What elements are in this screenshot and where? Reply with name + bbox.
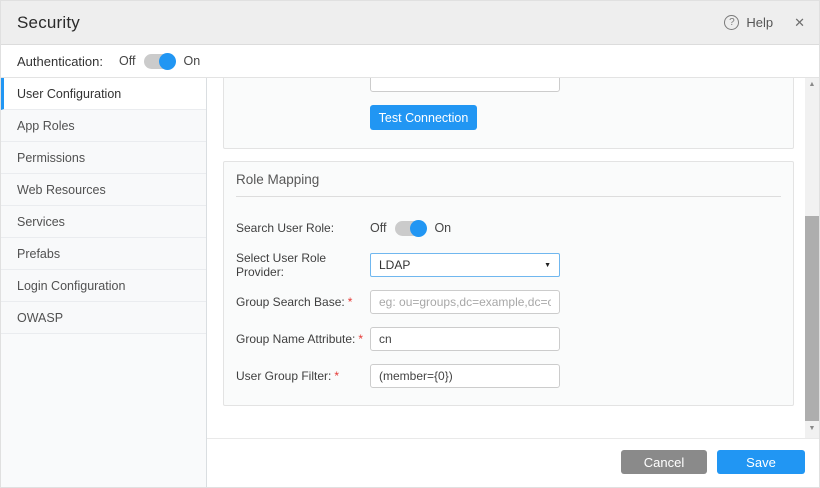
authentication-label: Authentication: [17, 54, 103, 69]
close-icon[interactable]: ✕ [794, 15, 805, 31]
settings-sidebar: User Configuration App Roles Permissions… [1, 78, 207, 488]
test-connection-button[interactable]: Test Connection [370, 105, 477, 130]
authentication-off-label: Off [119, 54, 135, 68]
dialog-footer: Cancel Save [207, 438, 820, 488]
cancel-button[interactable]: Cancel [621, 450, 707, 474]
ldap-provider-panel: Test Connection [223, 78, 794, 149]
search-user-role-toggle[interactable] [395, 221, 425, 236]
sidebar-item-user-configuration[interactable]: User Configuration [1, 78, 206, 110]
sidebar-item-web-resources[interactable]: Web Resources [1, 174, 206, 206]
scroll-up-icon[interactable]: ▲ [805, 78, 819, 92]
user-group-filter-row: User Group Filter:* [236, 364, 781, 388]
authentication-bar: Authentication: Off On [1, 45, 820, 78]
search-user-role-label: Search User Role: [236, 221, 370, 235]
search-user-role-row: Search User Role: Off On [236, 216, 781, 240]
help-icon[interactable]: ? [724, 15, 739, 30]
search-user-role-off-label: Off [370, 221, 386, 235]
sidebar-item-login-configuration[interactable]: Login Configuration [1, 270, 206, 302]
save-button[interactable]: Save [717, 450, 805, 474]
required-marker: * [358, 332, 363, 346]
scrollbar-thumb[interactable] [805, 216, 819, 421]
group-search-base-input[interactable] [370, 290, 560, 314]
group-name-attribute-label: Group Name Attribute:* [236, 332, 370, 346]
required-marker: * [334, 369, 339, 383]
user-role-provider-select[interactable]: LDAP ▼ [370, 253, 560, 277]
role-mapping-title: Role Mapping [224, 162, 793, 196]
sidebar-item-app-roles[interactable]: App Roles [1, 110, 206, 142]
sidebar-item-services[interactable]: Services [1, 206, 206, 238]
toggle-knob [410, 220, 427, 237]
search-user-role-on-label: On [434, 221, 451, 235]
content-scrollbar[interactable]: ▲ ▼ [805, 78, 819, 438]
sidebar-item-owasp[interactable]: OWASP [1, 302, 206, 334]
group-name-attribute-row: Group Name Attribute:* [236, 327, 781, 351]
toggle-knob [159, 53, 176, 70]
group-search-base-row: Group Search Base:* [236, 290, 781, 314]
selected-provider-value: LDAP [379, 258, 410, 272]
group-search-base-label: Group Search Base:* [236, 295, 370, 309]
required-marker: * [348, 295, 353, 309]
authentication-toggle[interactable] [144, 54, 174, 69]
header-actions: ? Help ✕ [724, 15, 805, 31]
user-group-filter-input[interactable] [370, 364, 560, 388]
user-group-filter-label: User Group Filter:* [236, 369, 370, 383]
dialog-header: Security ? Help ✕ [1, 1, 820, 45]
scroll-down-icon[interactable]: ▼ [805, 422, 819, 436]
group-name-attribute-input[interactable] [370, 327, 560, 351]
chevron-down-icon: ▼ [544, 262, 551, 269]
provider-row: Select User Role Provider: LDAP ▼ [236, 253, 781, 277]
provider-label: Select User Role Provider: [236, 251, 370, 279]
authentication-toggle-group: Off On [119, 54, 200, 69]
user-configuration-content: Test Connection Role Mapping Search User… [207, 78, 807, 438]
help-link[interactable]: Help [746, 15, 773, 30]
security-dialog: Security ? Help ✕ Authentication: Off On… [0, 0, 820, 488]
sidebar-item-permissions[interactable]: Permissions [1, 142, 206, 174]
ldap-partial-input[interactable] [370, 78, 560, 92]
role-mapping-form: Search User Role: Off On Select User Rol… [224, 197, 793, 388]
page-title: Security [17, 13, 80, 33]
sidebar-item-prefabs[interactable]: Prefabs [1, 238, 206, 270]
authentication-on-label: On [183, 54, 200, 68]
search-user-role-toggle-group: Off On [370, 221, 451, 236]
role-mapping-panel: Role Mapping Search User Role: Off On Se… [223, 161, 794, 406]
